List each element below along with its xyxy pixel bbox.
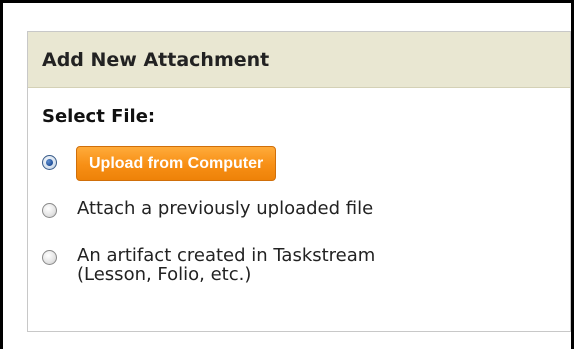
option-upload-from-computer: Upload from Computer: [42, 146, 277, 181]
panel-title: Add New Attachment: [28, 32, 570, 88]
taskstream-artifact-label-line1: An artifact created in Taskstream: [77, 245, 376, 266]
radio-selected-dot: [46, 159, 53, 166]
attach-previous-radio[interactable]: [42, 203, 57, 218]
taskstream-artifact-label-line2: (Lesson, Folio, etc.): [77, 264, 252, 285]
upload-from-computer-radio[interactable]: [42, 155, 57, 170]
option-taskstream-artifact: An artifact created in Taskstream (Lesso…: [42, 246, 375, 284]
select-file-label: Select File:: [42, 106, 156, 127]
upload-from-computer-button[interactable]: Upload from Computer: [76, 146, 277, 181]
taskstream-artifact-radio[interactable]: [42, 250, 57, 265]
taskstream-artifact-label[interactable]: An artifact created in Taskstream (Lesso…: [77, 246, 375, 284]
option-attach-previous: Attach a previously uploaded file: [42, 199, 373, 218]
attach-previous-label[interactable]: Attach a previously uploaded file: [77, 199, 373, 218]
add-attachment-panel: Add New Attachment Select File: Upload f…: [27, 31, 571, 332]
